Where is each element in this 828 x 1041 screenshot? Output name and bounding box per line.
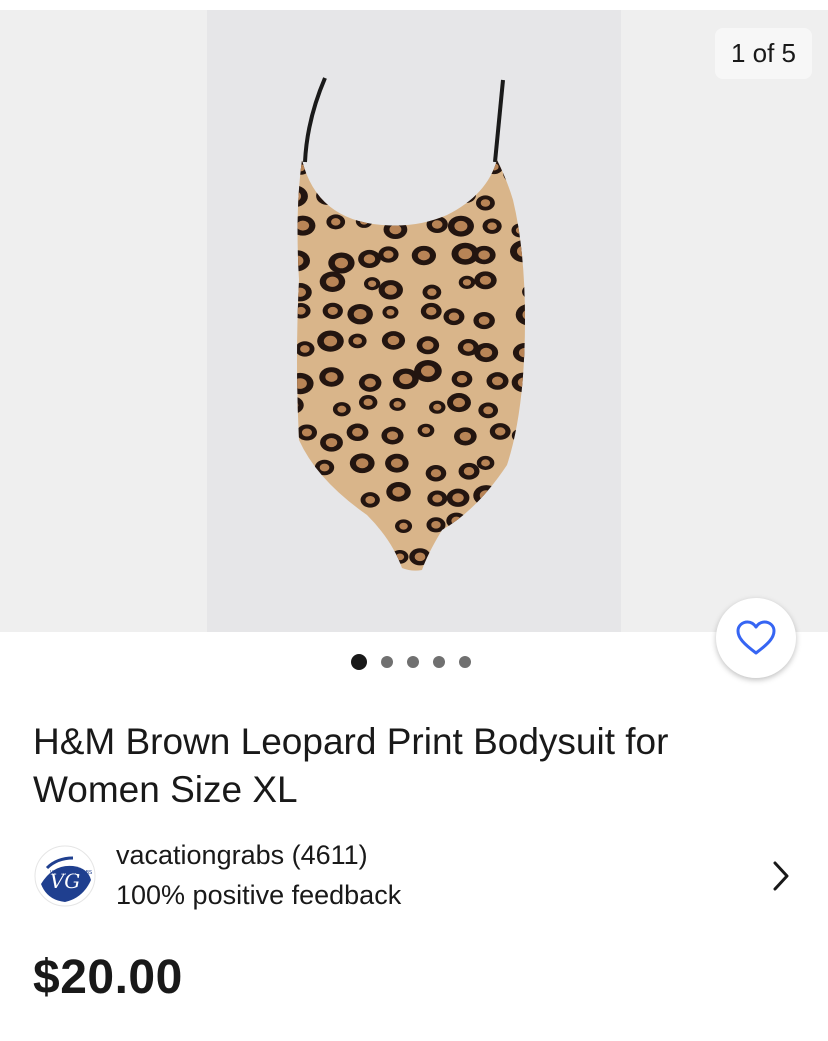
image-counter: 1 of 5 — [714, 28, 812, 79]
seller-card[interactable]: VG VACATIONGRABS vacationgrabs (4611) 10… — [33, 838, 803, 910]
pagination-dot[interactable] — [433, 656, 445, 668]
image-gallery[interactable]: 1 of 5 — [0, 10, 828, 632]
listing-price: $20.00 — [33, 951, 183, 1004]
chevron-right-icon[interactable] — [771, 860, 791, 892]
bodysuit-illustration — [297, 77, 525, 571]
pagination-dot-active[interactable] — [351, 654, 367, 670]
pagination-dot[interactable] — [407, 656, 419, 668]
listing-title: H&M Brown Leopard Print Bodysuit for Wom… — [33, 721, 669, 810]
seller-feedback: 100% positive feedback — [116, 880, 402, 910]
heart-icon — [736, 620, 776, 655]
pagination-dot[interactable] — [381, 656, 393, 668]
seller-avatar: VG VACATIONGRABS — [33, 844, 97, 908]
pagination-dot[interactable] — [459, 656, 471, 668]
product-image[interactable] — [207, 10, 621, 632]
seller-name[interactable]: vacationgrabs (4611) — [116, 840, 368, 871]
avatar-text: VACATIONGRABS — [50, 870, 92, 876]
gallery-pagination — [0, 654, 825, 670]
